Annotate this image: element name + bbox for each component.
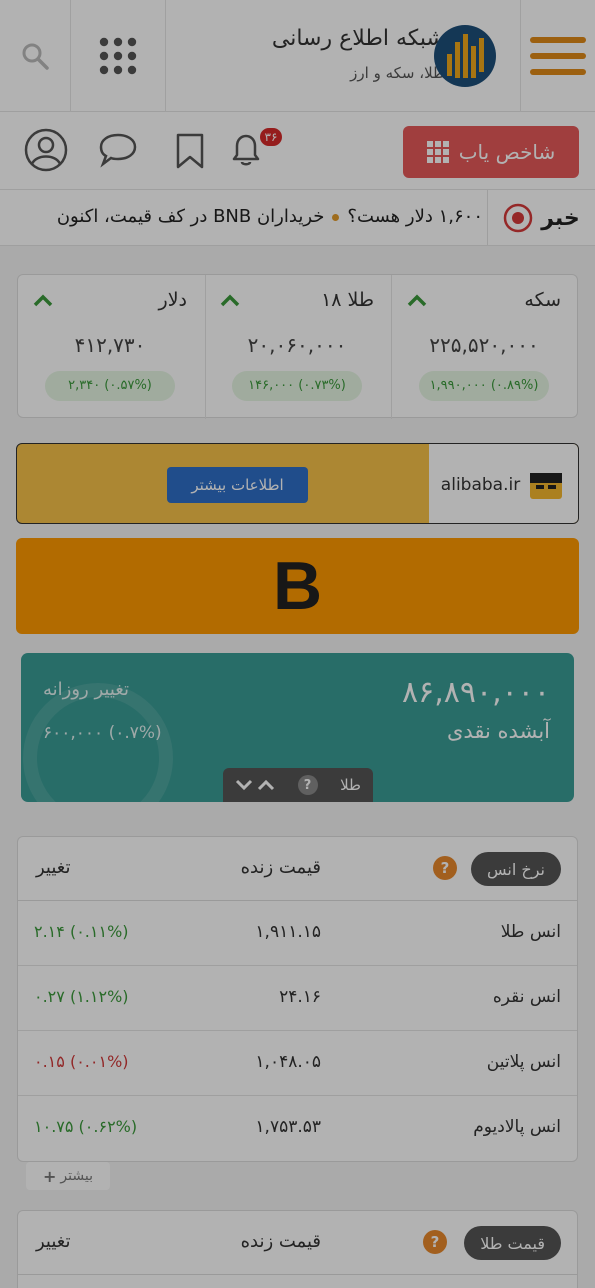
row-change: ۰.۲۷ (۱.۱۲%) <box>34 987 129 1006</box>
category-arrows[interactable] <box>235 779 275 791</box>
table-row[interactable]: انس طلا ۱,۹۱۱.۱۵ ۲.۱۴ (۰.۱۱%) <box>18 901 577 966</box>
ticker-label: خبر <box>487 190 595 245</box>
table-row[interactable]: انس پلاتین ۱,۰۴۸.۰۵ ۰.۱۵ (۰.۰۱%) <box>18 1031 577 1096</box>
live-record-icon <box>503 203 533 233</box>
column-header-change: تغییر <box>36 857 71 878</box>
index-finder-label: شاخص یاب <box>458 140 556 164</box>
ad-brand-text: alibaba.ir <box>440 474 521 495</box>
bookmark-button[interactable] <box>175 132 205 174</box>
action-bar: ۳۶ شاخص یاب <box>0 112 595 190</box>
top-header: شبکه اطلاع رسانی طلا، سکه و ارز <box>0 0 595 112</box>
bookmark-icon <box>176 133 204 169</box>
daily-change-label: تغییر روزانه <box>43 679 129 700</box>
summary-value: ۲۲۵,۵۲۰,۰۰۰ <box>429 333 539 357</box>
chevron-up-icon <box>33 294 53 307</box>
promo-banner[interactable]: B <box>16 538 579 634</box>
chevron-down-icon[interactable] <box>235 779 253 791</box>
row-change: ۰.۱۵ (۰.۰۱%) <box>34 1052 129 1071</box>
search-button[interactable] <box>0 0 70 112</box>
row-price: ۱,۰۴۸.۰۵ <box>255 1052 321 1072</box>
advertisement-banner[interactable]: alibaba.ir اطلاعات بیشتر <box>16 443 579 524</box>
site-title: شبکه اطلاع رسانی <box>271 26 445 51</box>
chevron-up-icon <box>407 294 427 307</box>
summary-change-badge: ۲,۳۴۰ (۰.۵۷%) <box>45 371 175 401</box>
help-icon[interactable]: ? <box>433 856 457 880</box>
more-label: بیشتر <box>60 1168 93 1184</box>
row-price: ۲۴.۱۶ <box>279 987 321 1007</box>
column-header-live-price: قیمت زنده <box>240 1231 321 1252</box>
table-title-tag: نرخ انس <box>471 852 561 886</box>
comments-button[interactable] <box>98 132 138 172</box>
summary-name: دلار <box>158 289 187 311</box>
profile-button[interactable] <box>24 128 68 176</box>
row-price: ۱,۷۵۳.۵۳ <box>255 1117 321 1137</box>
row-name: انس نقره <box>492 987 561 1007</box>
site-logo[interactable] <box>430 0 500 112</box>
more-button[interactable]: بیشتر + <box>26 1162 110 1190</box>
row-name: انس پلاتین <box>486 1052 561 1072</box>
apps-menu-button[interactable] <box>71 0 165 112</box>
row-price: ۱,۹۱۱.۱۵ <box>255 922 321 942</box>
table-row[interactable]: انس نقره ۲۴.۱۶ ۰.۲۷ (۱.۱۲%) <box>18 966 577 1031</box>
separator-dot-icon <box>332 213 340 221</box>
featured-price-name: آبشده نقدی <box>446 719 550 743</box>
grid-dots-icon <box>99 37 137 75</box>
chevron-up-icon <box>220 294 240 307</box>
summary-change-badge: ۱۴۶,۰۰۰ (۰.۷۳%) <box>232 371 362 401</box>
help-icon[interactable]: ? <box>297 775 318 795</box>
category-switcher[interactable]: طلا ? <box>223 768 373 802</box>
help-icon[interactable]: ? <box>423 1230 447 1254</box>
summary-change-badge: ۱,۹۹۰,۰۰۰ (۰.۸۹%) <box>419 371 549 401</box>
row-change: ۱۰.۷۵ (۰.۶۲%) <box>34 1117 138 1136</box>
summary-value: ۴۱۲,۷۳۰ <box>74 333 146 357</box>
price-summary-card: سکه ۲۲۵,۵۲۰,۰۰۰ ۱,۹۹۰,۰۰۰ (۰.۸۹%) طلا ۱۸… <box>17 274 578 419</box>
ticker-headlines[interactable]: ۱,۶۰۰ دلار هست؟ خریداران BNB در کف قیمت، … <box>57 206 483 227</box>
menu-icon <box>530 37 586 75</box>
summary-item-coin[interactable]: سکه ۲۲۵,۵۲۰,۰۰۰ ۱,۹۹۰,۰۰۰ (۰.۸۹%) <box>391 275 577 419</box>
gold-price-table: قیمت طلا ? قیمت زنده تغییر <box>17 1210 578 1288</box>
logo-icon <box>434 25 496 87</box>
summary-name: طلا ۱۸ <box>321 289 374 311</box>
user-icon <box>24 128 68 172</box>
category-name: طلا <box>340 776 361 794</box>
column-header-change: تغییر <box>36 1231 71 1252</box>
table-title-tag: قیمت طلا <box>464 1226 561 1260</box>
grid-icon <box>426 141 449 163</box>
plus-icon: + <box>43 1166 57 1186</box>
row-name: انس طلا <box>500 922 561 942</box>
notification-count-badge: ۳۶ <box>258 126 284 148</box>
brand-mascot-icon <box>530 472 563 499</box>
index-finder-button[interactable]: شاخص یاب <box>403 126 579 178</box>
row-name: انس پالادیوم <box>473 1117 561 1137</box>
row-change: ۲.۱۴ (۰.۱۱%) <box>34 922 129 941</box>
ticker-label-text: خبر <box>541 205 580 231</box>
daily-change-value: ۶۰۰,۰۰۰ (۰.۷%) <box>43 723 162 743</box>
chevron-up-icon[interactable] <box>257 779 275 791</box>
table-header: قیمت طلا ? قیمت زنده تغییر <box>18 1211 577 1275</box>
table-row[interactable]: انس پالادیوم ۱,۷۵۳.۵۳ ۱۰.۷۵ (۰.۶۲%) <box>18 1096 577 1161</box>
ticker-headline[interactable]: خریداران BNB در کف قیمت، اکنون <box>57 206 325 227</box>
chat-bubble-icon <box>99 133 137 168</box>
summary-item-dollar[interactable]: دلار ۴۱۲,۷۳۰ ۲,۳۴۰ (۰.۵۷%) <box>17 275 203 419</box>
ad-more-info-button[interactable]: اطلاعات بیشتر <box>167 467 308 503</box>
search-icon <box>22 43 49 70</box>
summary-value: ۲۰,۰۶۰,۰۰۰ <box>247 333 347 357</box>
column-header-live-price: قیمت زنده <box>240 857 321 878</box>
featured-price-value: ۸۶,۸۹۰,۰۰۰ <box>402 675 550 710</box>
news-ticker: ۱,۶۰۰ دلار هست؟ خریداران BNB در کف قیمت، … <box>0 190 595 246</box>
summary-name: سکه <box>524 289 561 311</box>
ticker-headline[interactable]: ۱,۶۰۰ دلار هست؟ <box>347 206 483 227</box>
ounce-rates-table: نرخ انس ? قیمت زنده تغییر انس طلا ۱,۹۱۱.… <box>17 836 578 1162</box>
table-header: نرخ انس ? قیمت زنده تغییر <box>18 837 577 901</box>
summary-item-gold18[interactable]: طلا ۱۸ ۲۰,۰۶۰,۰۰۰ ۱۴۶,۰۰۰ (۰.۷۳%) <box>204 275 390 419</box>
ad-brand-area: alibaba.ir <box>429 444 578 523</box>
hamburger-menu-button[interactable] <box>521 0 595 112</box>
